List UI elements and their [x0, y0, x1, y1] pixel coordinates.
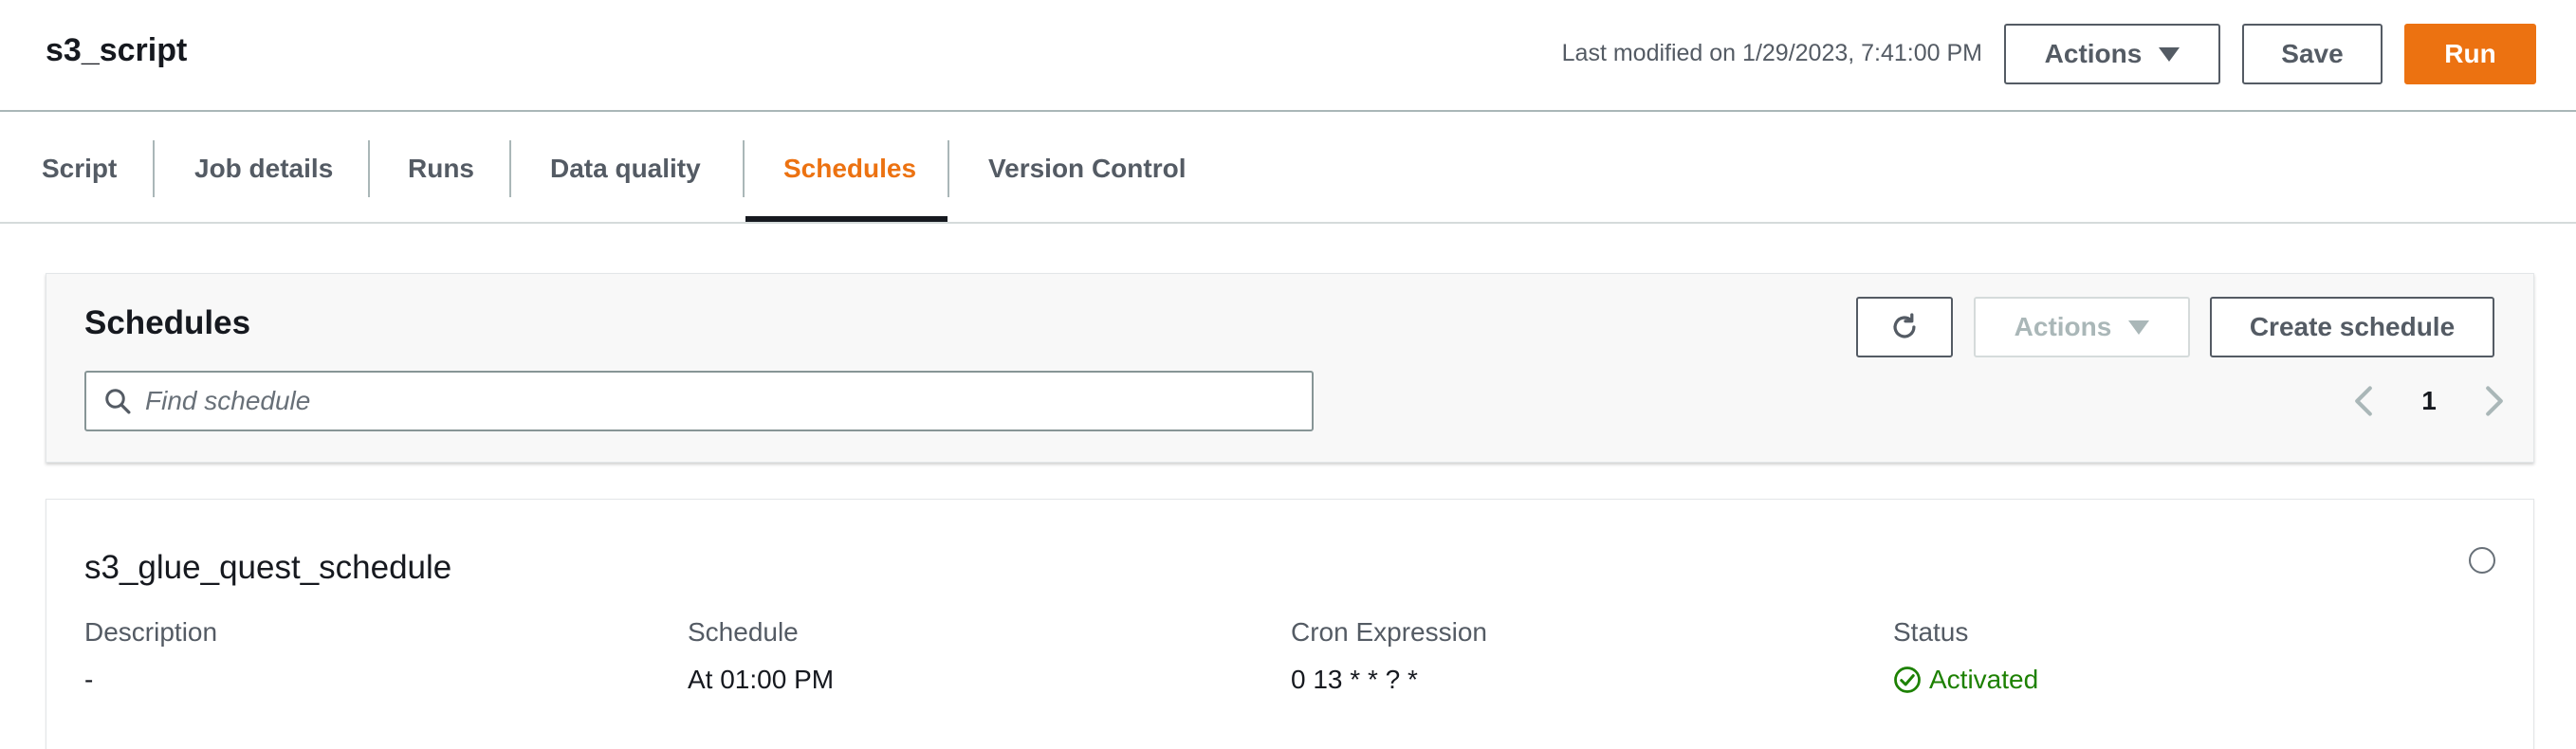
search-box[interactable]: [84, 371, 1314, 431]
page-header: s3_script Last modified on 1/29/2023, 7:…: [0, 0, 2576, 112]
cron-expression-field: Cron Expression 0 13 * * ? *: [1291, 617, 1487, 695]
tab-runs[interactable]: Runs: [408, 114, 474, 224]
chevron-left-icon[interactable]: [2353, 385, 2374, 417]
field-value: 0 13 * * ? *: [1291, 665, 1418, 694]
tab-data-quality[interactable]: Data quality: [550, 114, 701, 224]
tab-divider: [948, 140, 949, 197]
caret-down-icon: [2159, 46, 2180, 62]
active-tab-indicator: [745, 216, 948, 222]
schedule-actions-button[interactable]: Actions: [1974, 297, 2190, 357]
schedule-name: s3_glue_quest_schedule: [84, 549, 452, 586]
tab-divider: [153, 140, 155, 197]
actions-button-label: Actions: [2014, 312, 2112, 341]
search-icon: [105, 389, 131, 414]
tab-script[interactable]: Script: [42, 114, 117, 224]
field-label: Description: [84, 617, 218, 647]
tab-divider: [743, 140, 745, 197]
create-schedule-button[interactable]: Create schedule: [2210, 297, 2494, 357]
refresh-button[interactable]: [1856, 297, 1953, 357]
schedule-card[interactable]: s3_glue_quest_schedule Description - Sch…: [46, 499, 2534, 749]
save-button[interactable]: Save: [2242, 24, 2383, 84]
search-input[interactable]: [145, 386, 1312, 416]
refresh-icon: [1893, 313, 1916, 338]
status-field: Status Activated: [1893, 617, 2038, 695]
panel-title: Schedules: [84, 304, 251, 341]
run-button[interactable]: Run: [2404, 24, 2536, 84]
caret-down-icon: [2128, 320, 2150, 335]
tab-divider: [368, 140, 370, 197]
schedules-panel: Schedules Actions Create schedule 1: [46, 273, 2534, 463]
check-circle-icon: [1894, 667, 1921, 693]
schedule-field: Schedule At 01:00 PM: [688, 617, 834, 695]
page-number[interactable]: 1: [2421, 386, 2437, 416]
field-label: Cron Expression: [1291, 617, 1487, 647]
tab-divider: [509, 140, 511, 197]
field-value: -: [84, 665, 94, 694]
tab-version-control[interactable]: Version Control: [988, 114, 1186, 224]
last-modified-text: Last modified on 1/29/2023, 7:41:00 PM: [1561, 40, 1982, 66]
field-label: Status: [1893, 617, 1969, 647]
status-text: Activated: [1929, 665, 2039, 694]
field-label: Schedule: [688, 617, 799, 647]
tab-bar: Script Job details Runs Data quality Sch…: [0, 114, 2576, 224]
pagination: 1: [2353, 371, 2505, 431]
actions-button-label: Actions: [2044, 39, 2143, 68]
chevron-right-icon[interactable]: [2484, 385, 2505, 417]
select-radio[interactable]: [2469, 547, 2495, 574]
page-title: s3_script: [46, 32, 188, 68]
field-value: At 01:00 PM: [688, 665, 835, 694]
description-field: Description -: [84, 617, 217, 695]
tab-schedules[interactable]: Schedules: [783, 114, 916, 224]
actions-dropdown-button[interactable]: Actions: [2004, 24, 2220, 84]
status-value: Activated: [1893, 665, 2038, 695]
tab-job-details[interactable]: Job details: [194, 114, 333, 224]
